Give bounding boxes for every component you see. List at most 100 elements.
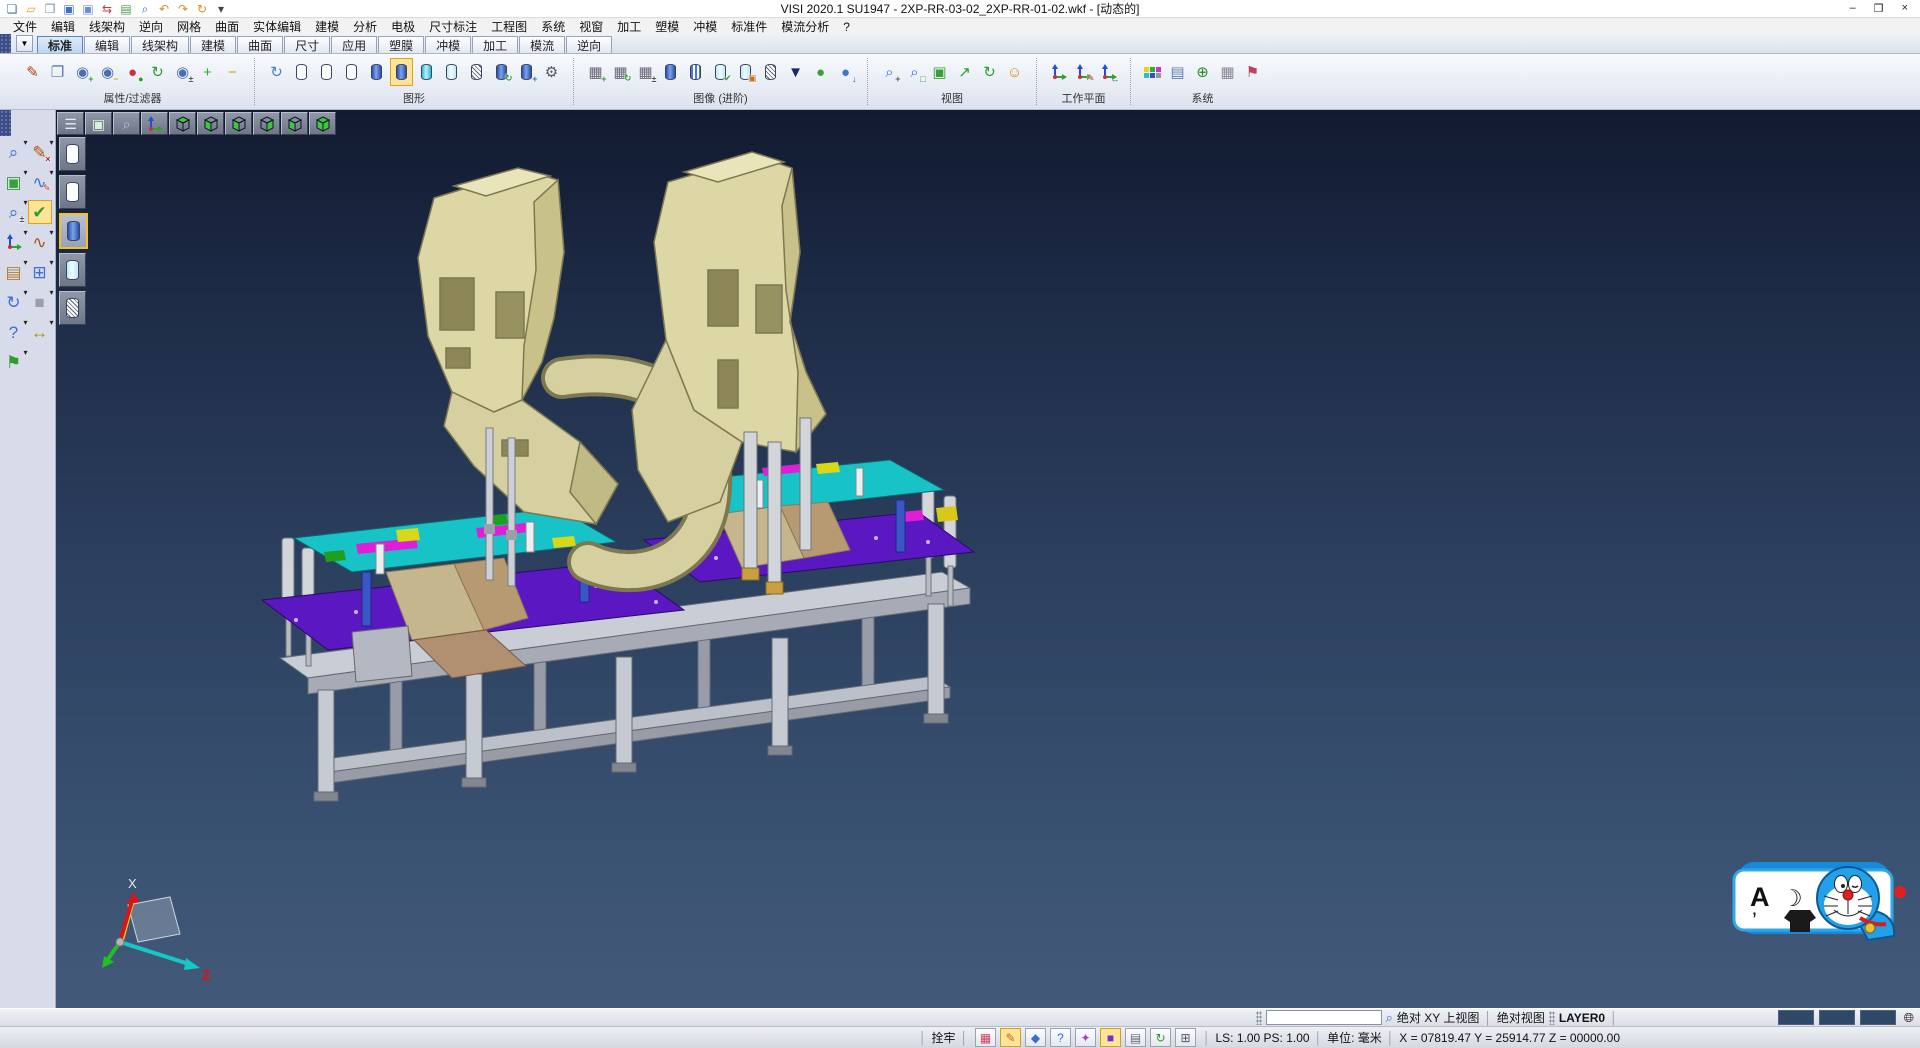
menu-item[interactable]: 加工: [610, 18, 648, 35]
toolbar-tab[interactable]: 加工: [472, 36, 518, 53]
auto-rotate[interactable]: ↻: [1150, 1028, 1171, 1047]
show-entity[interactable]: ◉+: [71, 58, 94, 86]
color-swatch-1[interactable]: [1778, 1010, 1814, 1025]
menu-item[interactable]: 文件: [6, 18, 44, 35]
layer-translucent[interactable]: [415, 58, 438, 86]
menu-item[interactable]: 逆向: [132, 18, 170, 35]
history[interactable]: ↻: [194, 1, 210, 16]
help[interactable]: ?▾: [2, 320, 26, 344]
workplane-align[interactable]: ↔: [1097, 58, 1120, 86]
display-levels[interactable]: ▤: [1125, 1028, 1146, 1047]
menu-item[interactable]: 模流分析: [774, 18, 836, 35]
export[interactable]: ⇆: [99, 1, 115, 16]
zoom-window[interactable]: ⌕□: [903, 58, 926, 86]
minimize-button[interactable]: –: [1850, 2, 1856, 15]
render-verify[interactable]: ✔: [709, 58, 732, 86]
render-striped[interactable]: [684, 58, 707, 86]
layer-list-1[interactable]: [290, 58, 313, 86]
layer-recycle[interactable]: ↻: [490, 58, 513, 86]
cad-model[interactable]: [56, 110, 1920, 1008]
close-button[interactable]: ×: [1902, 2, 1908, 15]
select-window[interactable]: ▣▾: [2, 170, 26, 194]
menu-item[interactable]: 标准件: [724, 18, 774, 35]
view-left[interactable]: [281, 112, 308, 135]
menu-item[interactable]: 编辑: [44, 18, 82, 35]
zoom-in[interactable]: ⌕+: [878, 58, 901, 86]
view-reference-label[interactable]: 绝对 XY 上视图: [1397, 1009, 1479, 1026]
toolbar-tab[interactable]: 逆向: [566, 36, 612, 53]
snap-entity[interactable]: ◆: [1025, 1028, 1046, 1047]
zoom-search[interactable]: ⌕: [137, 1, 153, 16]
tab-dropdown-button[interactable]: ▼: [16, 35, 33, 52]
edit-erase[interactable]: ✎×▾: [28, 140, 52, 164]
toolbar-tab[interactable]: 塑膜: [378, 36, 424, 53]
lock-toggle[interactable]: 拴牢: [931, 1029, 955, 1046]
color-swatch-2[interactable]: [1819, 1010, 1855, 1025]
render-cone[interactable]: ▼: [784, 58, 807, 86]
copy-document[interactable]: ❐: [42, 1, 58, 16]
system-raster[interactable]: ▦: [1216, 58, 1239, 86]
statusbar-drag-handle[interactable]: [1256, 1011, 1262, 1025]
menu-item[interactable]: 建模: [308, 18, 346, 35]
toolbar-tab[interactable]: 曲面: [237, 36, 283, 53]
layer-list-3[interactable]: [340, 58, 363, 86]
viewport-menu[interactable]: ☰: [57, 112, 84, 135]
menu-item[interactable]: 系统: [534, 18, 572, 35]
system-display[interactable]: ▤: [1166, 58, 1189, 86]
quick-edit[interactable]: ✎: [1000, 1028, 1021, 1047]
customize-dropdown[interactable]: ▾: [213, 1, 229, 16]
view-top[interactable]: [169, 112, 196, 135]
render-solid[interactable]: [659, 58, 682, 86]
toolbar-tab[interactable]: 线架构: [131, 36, 189, 53]
regenerate[interactable]: ↻▾: [2, 290, 26, 314]
shading-add[interactable]: ▦+: [584, 58, 607, 86]
edit-curve[interactable]: ∿▾: [28, 230, 52, 254]
menu-item[interactable]: 塑模: [648, 18, 686, 35]
render-sphere[interactable]: ●: [809, 58, 832, 86]
flags[interactable]: ⚑▾: [2, 350, 26, 374]
toolbar-tab[interactable]: 冲模: [425, 36, 471, 53]
menu-item[interactable]: 实体编辑: [246, 18, 308, 35]
view-front[interactable]: [225, 112, 252, 135]
layer-empty[interactable]: [440, 58, 463, 86]
search-icon[interactable]: ⌕: [1386, 1010, 1393, 1026]
view-iso[interactable]: [309, 112, 336, 135]
menu-item[interactable]: 分析: [346, 18, 384, 35]
new-document[interactable]: ❏: [4, 1, 20, 16]
zoom-toggle[interactable]: ⌕±▾: [2, 200, 26, 224]
toolbar-drag-handle[interactable]: [0, 110, 11, 136]
menu-item[interactable]: ?: [836, 20, 857, 34]
display-solid[interactable]: [59, 213, 88, 249]
display-outline-2[interactable]: [59, 175, 86, 209]
menu-item[interactable]: 曲面: [208, 18, 246, 35]
shading-toggle[interactable]: ▦±: [634, 58, 657, 86]
shading-refresh[interactable]: ▦↻: [609, 58, 632, 86]
layer-copy[interactable]: +: [515, 58, 538, 86]
split-view[interactable]: ⊞: [1175, 1028, 1196, 1047]
restore-button[interactable]: ❐: [1874, 2, 1884, 15]
layer-settings[interactable]: ⚙: [540, 58, 563, 86]
hide-all[interactable]: −: [221, 58, 244, 86]
active-layer-label[interactable]: LAYER0: [1559, 1011, 1605, 1025]
toolbar-tab[interactable]: 标准: [37, 36, 83, 53]
undo[interactable]: ↶: [156, 1, 172, 16]
workplane-edit[interactable]: ✎: [1072, 58, 1095, 86]
menu-item[interactable]: 电极: [384, 18, 422, 35]
display-wire[interactable]: [59, 291, 86, 325]
measure-distance[interactable]: ↔▾: [28, 320, 52, 344]
window-grid[interactable]: ⊞▾: [28, 260, 52, 284]
search-input[interactable]: [1266, 1010, 1382, 1025]
zoom-dynamic[interactable]: ⌕: [113, 112, 140, 135]
pan-view[interactable]: ↗: [953, 58, 976, 86]
attribute-copy[interactable]: ❐: [46, 58, 69, 86]
layer-current[interactable]: [390, 58, 413, 86]
menu-item[interactable]: 视窗: [572, 18, 610, 35]
render-dynamic[interactable]: ●↓: [834, 58, 857, 86]
wcs-axes[interactable]: ▾: [2, 230, 26, 254]
layer-list-2[interactable]: [315, 58, 338, 86]
attribute-paint[interactable]: ✎: [21, 58, 44, 86]
view-options[interactable]: ☺: [1003, 58, 1026, 86]
snap-settings[interactable]: ▦: [975, 1028, 996, 1047]
refresh-visibility[interactable]: ↻: [146, 58, 169, 86]
layer-refresh[interactable]: ↻: [265, 58, 288, 86]
